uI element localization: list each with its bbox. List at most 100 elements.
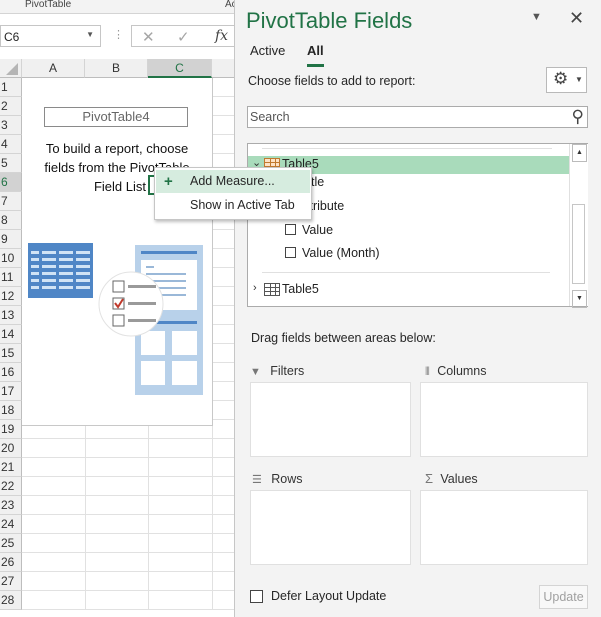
table-icon: [264, 283, 280, 296]
row-header-11[interactable]: 11: [0, 268, 22, 287]
pivot-table-name: PivotTable4: [44, 107, 188, 127]
pane-title: PivotTable Fields: [246, 8, 413, 33]
row-header-18[interactable]: 18: [0, 401, 22, 420]
name-box-value: C6: [4, 30, 20, 44]
column-header-c[interactable]: C: [148, 59, 212, 78]
row-header-27[interactable]: 27: [0, 572, 22, 591]
field-list-scrollbar[interactable]: ▲ ▼: [569, 144, 588, 308]
defer-layout-label: Defer Layout Update: [271, 589, 387, 603]
insert-function-icon[interactable]: fx: [215, 28, 228, 44]
row-header-28[interactable]: 28: [0, 591, 22, 610]
plus-icon: +: [164, 173, 173, 190]
row-header-19[interactable]: 19: [0, 420, 22, 439]
row-header-14[interactable]: 14: [0, 325, 22, 344]
row-header-17[interactable]: 17: [0, 382, 22, 401]
rows-drop-area[interactable]: [250, 490, 411, 565]
tab-active[interactable]: Active: [250, 43, 285, 58]
values-label: Values: [440, 472, 478, 486]
enter-icon[interactable]: ✓: [177, 28, 190, 46]
filters-drop-area[interactable]: [250, 382, 411, 457]
drag-fields-label: Drag fields between areas below:: [251, 331, 436, 345]
row-header-8[interactable]: 8: [0, 211, 22, 230]
pane-options-icon[interactable]: ▼: [531, 11, 542, 23]
gridline: [22, 438, 234, 439]
tools-button[interactable]: ⚙ ▼: [546, 67, 587, 93]
chevron-down-icon: ▼: [575, 75, 583, 84]
row-header-21[interactable]: 21: [0, 458, 22, 477]
search-input[interactable]: Search ⚲: [247, 106, 588, 128]
gridline: [22, 514, 234, 515]
gridline: [22, 533, 234, 534]
select-all-icon: [6, 63, 18, 75]
column-header-b[interactable]: B: [85, 59, 148, 78]
row-header-4[interactable]: 4: [0, 135, 22, 154]
show-in-active-tab-menu-item[interactable]: Show in Active Tab: [156, 194, 310, 217]
value-checkbox[interactable]: [285, 224, 296, 235]
row-header-20[interactable]: 20: [0, 439, 22, 458]
tab-all[interactable]: All: [307, 43, 324, 58]
search-placeholder: Search: [250, 110, 290, 124]
row-header-12[interactable]: 12: [0, 287, 22, 306]
pivot-instruction-line3: Field List: [93, 179, 146, 194]
row-header-9[interactable]: 9: [0, 230, 22, 249]
row-header-15[interactable]: 15: [0, 344, 22, 363]
rows-icon: ☰: [252, 474, 262, 486]
field-item-value-month[interactable]: Value (Month): [302, 246, 380, 260]
context-menu: + Add Measure... Show in Active Tab: [154, 167, 312, 220]
pivot-illustration: [28, 243, 203, 395]
row-header-22[interactable]: 22: [0, 477, 22, 496]
row-header-24[interactable]: 24: [0, 515, 22, 534]
values-drop-area[interactable]: [420, 490, 588, 565]
row-header-6[interactable]: 6: [0, 173, 22, 192]
gridline: [22, 590, 234, 591]
formula-bar-grip-icon[interactable]: ⋮: [113, 28, 124, 41]
formula-bar-buttons: ✕ ✓ fx: [131, 25, 236, 47]
gridline: [22, 571, 234, 572]
gridline: [22, 476, 234, 477]
choose-fields-label: Choose fields to add to report:: [248, 74, 416, 88]
filters-label: Filters: [270, 364, 305, 378]
name-box[interactable]: C6 ▼: [0, 25, 101, 47]
row-header-10[interactable]: 10: [0, 249, 22, 268]
scroll-down-icon[interactable]: ▼: [572, 290, 587, 308]
ribbon-tab-pivottable[interactable]: PivotTable: [25, 0, 71, 10]
close-icon[interactable]: ✕: [569, 8, 584, 29]
sigma-icon: Σ: [425, 471, 434, 486]
scroll-up-icon[interactable]: ▲: [572, 144, 587, 162]
row-header-1[interactable]: 1: [0, 78, 22, 97]
columns-area-header: ⦀ Columns: [425, 364, 487, 379]
value-month-checkbox[interactable]: [285, 247, 296, 258]
tab-all-underline: [307, 64, 324, 67]
row-header-7[interactable]: 7: [0, 192, 22, 211]
gridline: [22, 552, 234, 553]
field-item-title[interactable]: tle: [311, 175, 324, 189]
name-box-dropdown-icon[interactable]: ▼: [86, 30, 94, 39]
select-all-corner[interactable]: [0, 59, 22, 78]
search-icon[interactable]: ⚲: [572, 107, 584, 127]
row-header-3[interactable]: 3: [0, 116, 22, 135]
field-separator: [262, 272, 550, 273]
field-separator: [262, 148, 552, 149]
row-header-2[interactable]: 2: [0, 97, 22, 116]
rows-area-header: ☰ Rows: [252, 472, 302, 486]
scroll-thumb[interactable]: [572, 204, 585, 284]
row-header-16[interactable]: 16: [0, 363, 22, 382]
columns-drop-area[interactable]: [420, 382, 588, 457]
row-header-5[interactable]: 5: [0, 154, 22, 173]
column-header-a[interactable]: A: [22, 59, 85, 78]
expand-icon[interactable]: ›: [253, 282, 257, 294]
columns-icon: ⦀: [425, 366, 430, 378]
field-item-value[interactable]: Value: [302, 223, 333, 237]
cancel-icon[interactable]: ✕: [142, 28, 155, 46]
gridline: [22, 609, 234, 610]
defer-layout-checkbox[interactable]: [250, 590, 263, 603]
row-header-26[interactable]: 26: [0, 553, 22, 572]
field-group-table5-collapsed[interactable]: Table5: [282, 282, 319, 296]
column-header-partial[interactable]: [212, 59, 234, 78]
columns-label: Columns: [437, 364, 487, 378]
update-button[interactable]: Update: [539, 585, 588, 609]
add-measure-menu-item[interactable]: + Add Measure...: [156, 170, 310, 193]
row-header-25[interactable]: 25: [0, 534, 22, 553]
row-header-13[interactable]: 13: [0, 306, 22, 325]
row-header-23[interactable]: 23: [0, 496, 22, 515]
